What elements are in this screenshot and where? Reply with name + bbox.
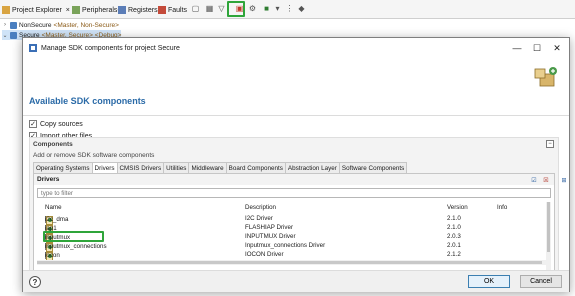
tab-project-explorer[interactable]: Project Explorer × xyxy=(2,4,70,16)
help-icon[interactable]: ? xyxy=(29,276,41,288)
driver-description: INPUTMUX Driver xyxy=(245,233,296,240)
checkbox-label: Copy sources xyxy=(40,120,83,128)
chevron-right-icon[interactable]: › xyxy=(2,22,8,28)
checkbox-checked-icon[interactable]: ✓ xyxy=(29,120,37,128)
project-icon xyxy=(10,31,17,39)
tree-item-suffix: <Master, Non-Secure> xyxy=(53,21,119,29)
table-header: Name Description Version Info xyxy=(37,203,542,212)
driver-version: 2.1.2 xyxy=(447,251,461,258)
driver-name: iocon xyxy=(45,252,60,259)
section-description: Add or remove SDK software components xyxy=(33,152,155,159)
page-title: Available SDK components xyxy=(29,96,146,106)
drivers-panel: Drivers ☑ ☒ ⊞ Name Description Version I… xyxy=(33,173,567,283)
dialog-footer: ? OK Cancel xyxy=(23,270,569,292)
cancel-button[interactable]: Cancel xyxy=(520,275,562,288)
tab-label: Peripherals+ xyxy=(82,6,122,14)
minimize-view-icon[interactable]: ▢ xyxy=(190,3,201,14)
expand-icon[interactable]: ⊞ xyxy=(560,176,568,184)
table-row[interactable]: iocon IOCON Driver 2.1.2 xyxy=(37,250,542,261)
chevron-down-icon[interactable]: ▾ xyxy=(272,3,283,14)
table-row[interactable]: ✓ inputmux INPUTMUX Driver 2.0.3 xyxy=(37,232,542,243)
components-section: Components − Add or remove SDK software … xyxy=(29,137,567,287)
driver-version: 2.0.3 xyxy=(447,233,461,240)
scrollbar-thumb[interactable] xyxy=(547,202,550,252)
horizontal-scrollbar[interactable] xyxy=(37,260,547,265)
scrollbar-thumb[interactable] xyxy=(37,261,542,264)
wizard-banner-icon xyxy=(534,67,557,87)
tab-label: Registers xyxy=(128,6,158,14)
tab-drivers[interactable]: Drivers xyxy=(91,162,118,173)
column-name[interactable]: Name xyxy=(45,204,62,211)
faults-icon xyxy=(158,6,166,14)
project-explorer-icon xyxy=(2,6,10,14)
collapse-icon[interactable]: − xyxy=(546,140,554,148)
tab-software-components[interactable]: Software Components xyxy=(338,162,408,173)
more-icon[interactable]: ⋮ xyxy=(284,3,295,14)
column-version[interactable]: Version xyxy=(447,204,468,211)
driver-description: I2C Driver xyxy=(245,215,273,222)
driver-description: IOCON Driver xyxy=(245,251,284,258)
tab-faults[interactable]: Faults xyxy=(158,4,187,16)
tab-registers[interactable]: Registers xyxy=(118,4,158,16)
filter-input[interactable] xyxy=(37,188,551,198)
registers-icon xyxy=(118,6,126,14)
driver-description: Inputmux_connections Driver xyxy=(245,242,326,249)
tab-abstraction-layer[interactable]: Abstraction Layer xyxy=(284,162,340,173)
drivers-header: Drivers ☑ ☒ xyxy=(34,174,554,185)
table-row[interactable]: inputmux_connections Inputmux_connection… xyxy=(37,241,542,252)
tree-item-nonsecure[interactable]: › NonSecure <Master, Non-Secure> xyxy=(2,20,119,30)
close-icon[interactable]: × xyxy=(66,7,70,14)
sdk-button-highlight xyxy=(227,1,245,17)
project-icon xyxy=(10,21,17,29)
settings-icon[interactable]: ⚙ xyxy=(247,3,258,14)
check-all-icon[interactable]: ☑ xyxy=(530,176,538,184)
build-icon[interactable]: ■ xyxy=(261,3,272,14)
table-row[interactable]: iap1 FLASHIAP Driver 2.1.0 xyxy=(37,223,542,234)
close-button[interactable]: ✕ xyxy=(551,42,563,54)
filter-icon[interactable]: ▽ xyxy=(216,3,227,14)
debug-icon[interactable]: ◆ xyxy=(296,3,307,14)
maximize-button[interactable]: ☐ xyxy=(531,42,543,54)
table-row[interactable]: i2c_dma I2C Driver 2.1.0 xyxy=(37,214,542,225)
tab-board-components[interactable]: Board Components xyxy=(225,162,286,173)
section-title: Components xyxy=(33,141,73,148)
tab-peripherals[interactable]: Peripherals+ xyxy=(72,4,122,16)
tree-item-name: NonSecure xyxy=(19,21,52,29)
minimize-button[interactable]: — xyxy=(511,42,523,54)
tab-middleware[interactable]: Middleware xyxy=(188,162,227,173)
copy-sources-checkbox[interactable]: ✓ Copy sources xyxy=(29,119,83,129)
ide-toolbar: Project Explorer × Peripherals+ Register… xyxy=(0,0,575,19)
driver-version: 2.0.1 xyxy=(447,242,461,249)
dialog-titlebar[interactable]: Manage SDK components for project Secure xyxy=(23,38,569,58)
dialog-banner: Available SDK components xyxy=(23,58,569,116)
tab-cmsis-drivers[interactable]: CMSIS Drivers xyxy=(116,162,165,173)
column-info[interactable]: Info xyxy=(497,204,507,211)
uncheck-all-icon[interactable]: ☒ xyxy=(542,176,550,184)
chevron-down-icon[interactable]: ⌄ xyxy=(2,32,8,39)
manage-sdk-components-dialog: Manage SDK components for project Secure… xyxy=(22,37,570,292)
component-tabs: Operating Systems Drivers CMSIS Drivers … xyxy=(33,162,408,173)
driver-version: 2.1.0 xyxy=(447,215,461,222)
collapse-all-icon[interactable]: ▦ xyxy=(204,3,215,14)
drivers-title: Drivers xyxy=(37,176,60,183)
tab-label: Faults xyxy=(168,6,188,14)
driver-description: FLASHIAP Driver xyxy=(245,224,294,231)
dialog-title: Manage SDK components for project Secure xyxy=(41,44,180,52)
driver-name: i2c_dma xyxy=(45,216,69,223)
app-icon xyxy=(29,44,37,52)
tab-label: Project Explorer xyxy=(12,6,62,14)
ok-button[interactable]: OK xyxy=(468,275,510,288)
peripherals-icon xyxy=(72,6,80,14)
column-description[interactable]: Description xyxy=(245,204,276,211)
driver-version: 2.1.0 xyxy=(447,224,461,231)
tab-operating-systems[interactable]: Operating Systems xyxy=(33,162,93,173)
driver-name: inputmux_connections xyxy=(45,243,107,250)
tab-utilities[interactable]: Utilities xyxy=(163,162,190,173)
